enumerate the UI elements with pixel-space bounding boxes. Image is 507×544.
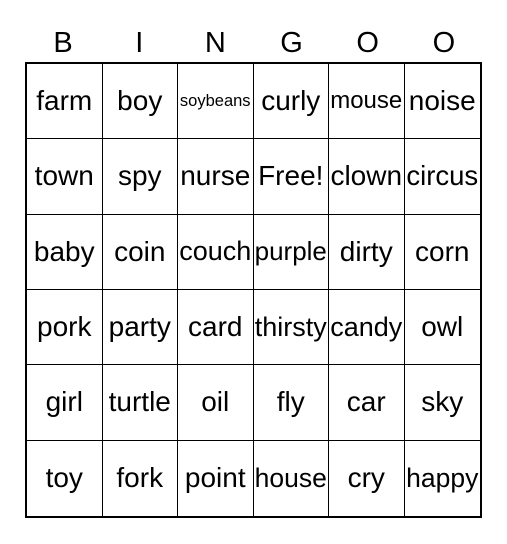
bingo-cell: town [27,139,103,215]
bingo-grid: farm boy soybeans curly mouse noise town spy nur… [25,62,482,518]
bingo-cell: spy [102,139,178,215]
bingo-cell: candy [329,290,405,366]
bingo-cell: girl [27,365,103,441]
bingo-cell: car [329,365,405,441]
bingo-cell: dirty [329,214,405,290]
bingo-cell: baby [27,214,103,290]
bingo-cell: card [178,290,254,366]
header-letter: I [135,27,144,59]
cell-word: purple [254,236,327,267]
bingo-cell: fork [103,440,178,516]
cell-word: baby [33,235,95,267]
bingo-cell: turtle [102,365,178,441]
bingo-cell: coin [102,214,178,290]
cell-word: fly [276,386,305,418]
bingo-cell: toy [27,440,103,516]
cell-word: clown [330,160,403,192]
cell-word: nurse [180,160,251,192]
cell-word: noise [408,85,476,117]
cell-word: pork [37,311,92,343]
bingo-cell: happy [405,441,481,516]
cell-word: boy [117,85,163,117]
cell-word: girl [45,386,83,418]
header-letter: O [432,27,456,59]
bingo-cell: owl [404,290,480,366]
bingo-header: BINGOO [25,26,482,60]
bingo-cell: party [102,290,178,366]
bingo-cell: couch [178,214,254,290]
bingo-cell: boy [102,64,178,140]
bingo-cell: purple [253,214,329,290]
bingo-cell: fly [253,365,329,441]
cell-word: owl [421,311,464,343]
cell-word: candy [330,311,403,342]
bingo-cell: soybeans [178,64,254,140]
bingo-cell: pork [27,290,103,366]
cell-word: town [34,160,94,192]
cell-word: fork [116,462,164,494]
cell-word: turtle [108,386,171,418]
bingo-cell: point [178,440,254,516]
cell-word: house [254,462,327,493]
cell-word: party [108,311,171,343]
header-letter: B [53,27,73,59]
bingo-cell: house [254,440,329,516]
cell-word: dirty [339,235,393,267]
bingo-cell: curly [253,64,329,140]
cell-word: coin [114,235,166,267]
header-letter: N [204,27,226,59]
cell-word: thirsty [254,311,327,342]
cell-word: happy [406,462,479,493]
bingo-cell: corn [404,215,480,290]
bingo-cell: cry [329,440,405,516]
cell-word: couch [179,236,252,267]
bingo-cell: mouse [329,64,405,140]
cell-word: point [184,462,246,494]
cell-word: mouse [330,87,403,115]
bingo-cell: thirsty [253,290,329,366]
bingo-cell: circus [404,139,480,215]
cell-word: Free! [258,160,324,192]
cell-word: soybeans [179,91,251,110]
cell-word: toy [45,462,83,494]
cell-word: car [346,386,386,418]
cell-word: farm [36,85,93,117]
bingo-cell: oil [178,365,254,441]
cell-word: curly [261,85,321,117]
bingo-cell: nurse [178,139,254,215]
cell-word: oil [201,386,230,418]
header-letter: G [280,27,303,59]
cell-word: sky [421,386,464,418]
bingo-cell: sky [404,365,480,441]
cell-word: spy [117,160,162,192]
cell-word: circus [406,160,479,192]
bingo-cell: farm [27,64,103,140]
bingo-cell: clown [329,139,405,215]
cell-word: cry [347,462,385,494]
header-letter: O [356,27,379,59]
bingo-cell: noise [404,64,480,140]
cell-word: card [188,311,243,343]
cell-word: corn [415,235,470,267]
free-space-cell: Free! [253,139,329,215]
